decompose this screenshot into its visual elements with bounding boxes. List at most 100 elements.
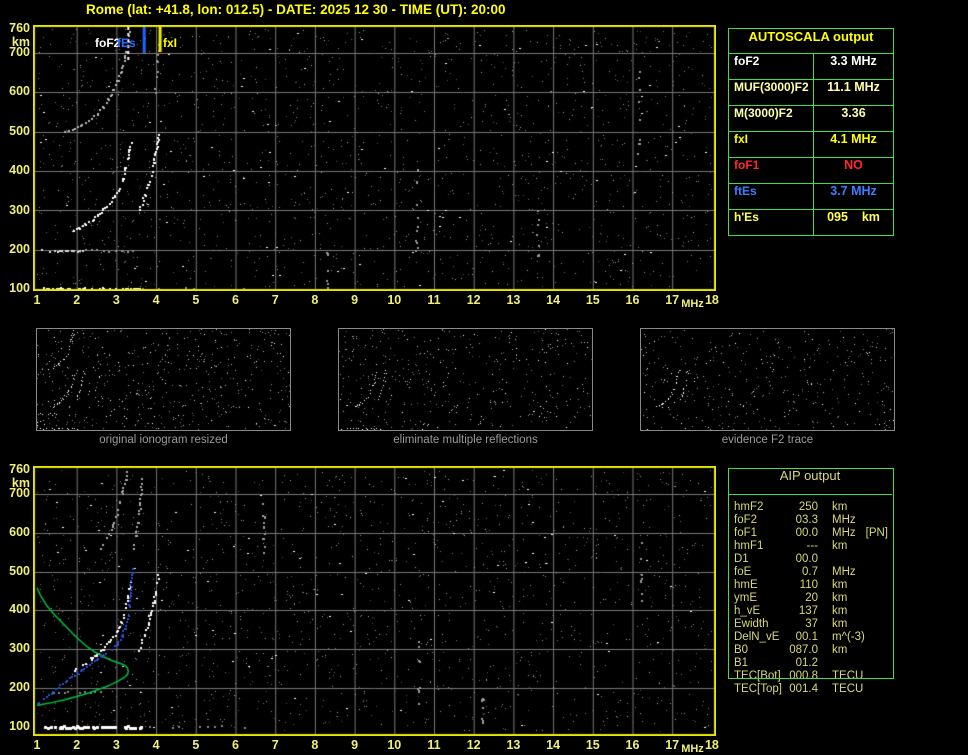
aip-table-row: TEC[Bot]000.8TECU <box>728 670 892 683</box>
thumbnail-evidence-canvas <box>641 329 894 430</box>
y-axis-label: 500 <box>0 564 30 578</box>
aip-row-unit: km <box>818 579 847 592</box>
aip-table-row: h_vE137km <box>728 605 892 618</box>
thumbnail-original-canvas <box>37 329 290 430</box>
x-axis-label: 2 <box>66 738 88 752</box>
aip-row-unit: m^(-3) <box>818 631 865 644</box>
x-axis-label: 3 <box>105 738 127 752</box>
aip-row-value: 01.2 <box>784 657 818 670</box>
thumbnail-evidence-caption: evidence F2 trace <box>640 434 895 446</box>
y-axis-label: 400 <box>0 163 30 177</box>
thumbnail-original-caption: original ionogram resized <box>36 434 291 446</box>
aip-row-unit: TECU <box>818 670 863 683</box>
aip-row-value: 00.0 <box>784 527 818 540</box>
aip-row-note: [PN] <box>856 527 888 540</box>
x-axis-label: 7 <box>264 738 286 752</box>
x-axis-label: 11 <box>423 293 445 307</box>
autoscala-table-row: h'Es095 km <box>729 209 893 235</box>
aip-row-name: foF1 <box>728 527 784 540</box>
aip-row-value: 03.3 <box>784 514 818 527</box>
autoscala-table-row: fxI4.1 MHz <box>729 131 893 157</box>
autoscala-row-label: foF2 <box>729 54 813 79</box>
x-axis-label: 18 <box>701 293 723 307</box>
aip-row-unit: TECU <box>818 683 863 696</box>
aip-table-header: AIP output <box>728 468 892 495</box>
x-axis-label: 4 <box>145 738 167 752</box>
fes-label: fEs <box>117 36 136 50</box>
x-axis-label: 5 <box>185 293 207 307</box>
aip-row-value: 250 <box>784 501 818 514</box>
fxi-label: fxI <box>163 36 177 50</box>
thumbnail-eliminate-reflections <box>338 328 593 431</box>
y-axis-label: 300 <box>0 641 30 655</box>
autoscala-row-value: 3.7 MHz <box>813 184 893 209</box>
x-axis-label: 3 <box>105 293 127 307</box>
x-axis-unit-label: MHz <box>681 743 704 755</box>
aip-table-row: TEC[Top]001.4TECU <box>728 683 892 696</box>
aip-row-value: 087.0 <box>784 644 818 657</box>
autoscala-row-value: 3.36 <box>813 106 893 131</box>
x-axis-label: 9 <box>344 738 366 752</box>
x-axis-label: 14 <box>542 293 564 307</box>
y-axis-label: 100 <box>0 719 30 733</box>
x-axis-label: 12 <box>463 293 485 307</box>
x-axis-label: 12 <box>463 738 485 752</box>
bottom-ionogram-canvas <box>33 466 716 736</box>
autoscala-row-label: MUF(3000)F2 <box>729 80 813 105</box>
x-axis-label: 8 <box>304 293 326 307</box>
autoscala-row-value: 4.1 MHz <box>813 132 893 157</box>
x-axis-label: 13 <box>502 738 524 752</box>
x-axis-label: 8 <box>304 738 326 752</box>
aip-row-name: foF2 <box>728 514 784 527</box>
aip-table-row: B101.2 <box>728 657 892 670</box>
x-axis-label: 1 <box>26 738 48 752</box>
x-axis-label: 6 <box>225 738 247 752</box>
page-title: Rome (lat: +41.8, lon: 012.5) - DATE: 20… <box>86 2 506 17</box>
x-axis-label: 16 <box>622 293 644 307</box>
y-axis-label: 760 <box>0 21 30 35</box>
x-axis-label: 4 <box>145 293 167 307</box>
aip-row-value: 137 <box>784 605 818 618</box>
aip-row-name: DelN_vE <box>728 631 784 644</box>
autoscala-output-table: AUTOSCALA output foF23.3 MHzMUF(3000)F21… <box>728 28 894 236</box>
aip-row-unit: km <box>818 540 847 553</box>
aip-table-row: foF100.0MHz[PN] <box>728 527 892 540</box>
aip-row-name: hmF1 <box>728 540 784 553</box>
top-ionogram-canvas <box>33 25 716 291</box>
x-axis-label: 17 <box>661 293 683 307</box>
autoscala-table-row: M(3000)F23.36 <box>729 105 893 131</box>
aip-row-unit: MHz <box>818 514 856 527</box>
autoscala-row-value: NO <box>813 158 893 183</box>
aip-row-name: h_vE <box>728 605 784 618</box>
autoscala-table-header: AUTOSCALA output <box>729 29 893 53</box>
aip-row-name: TEC[Bot] <box>728 670 784 683</box>
x-axis-label: 14 <box>542 738 564 752</box>
y-axis-label: 600 <box>0 525 30 539</box>
aip-table-row: hmF2250km <box>728 501 892 514</box>
aip-table-row: B0087.0km <box>728 644 892 657</box>
autoscala-row-value: 095 km <box>813 210 893 235</box>
aip-table-row: Ewidth37km <box>728 618 892 631</box>
thumbnail-eliminate-caption: eliminate multiple reflections <box>338 434 593 446</box>
aip-table-row: hmF1---km <box>728 540 892 553</box>
thumbnail-eliminate-canvas <box>339 329 592 430</box>
aip-row-name: ymE <box>728 592 784 605</box>
aip-table-row: DelN_vE00.1m^(-3) <box>728 631 892 644</box>
aip-table-row: hmE110km <box>728 579 892 592</box>
y-axis-label: 700 <box>0 45 30 59</box>
x-axis-label: 13 <box>502 293 524 307</box>
thumbnail-evidence-f2 <box>640 328 895 431</box>
autoscala-table-row: ftEs3.7 MHz <box>729 183 893 209</box>
x-axis-label: 10 <box>383 738 405 752</box>
autoscala-row-value: 3.3 MHz <box>813 54 893 79</box>
aip-row-unit <box>818 657 832 670</box>
aip-table-row: foE0.7MHz <box>728 566 892 579</box>
x-axis-label: 1 <box>26 293 48 307</box>
autoscala-row-label: ftEs <box>729 184 813 209</box>
x-axis-label: 17 <box>661 738 683 752</box>
aip-row-value: 00.1 <box>784 631 818 644</box>
aip-row-value: 0.7 <box>784 566 818 579</box>
aip-row-name: Ewidth <box>728 618 784 631</box>
x-axis-label: 9 <box>344 293 366 307</box>
x-axis-label: 16 <box>622 738 644 752</box>
